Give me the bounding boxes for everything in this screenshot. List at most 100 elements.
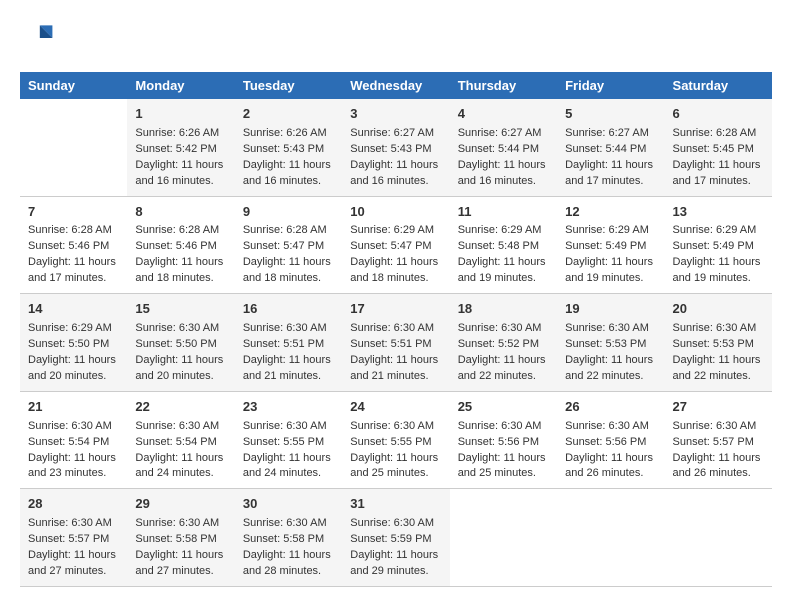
day-number: 4 bbox=[458, 105, 549, 124]
weekday-header-thursday: Thursday bbox=[450, 72, 557, 99]
sunset-text: Sunset: 5:54 PM bbox=[28, 436, 109, 448]
sunset-text: Sunset: 5:55 PM bbox=[350, 436, 431, 448]
sunrise-text: Sunrise: 6:30 AM bbox=[243, 322, 327, 334]
sunrise-text: Sunrise: 6:28 AM bbox=[673, 127, 757, 139]
weekday-header-friday: Friday bbox=[557, 72, 664, 99]
calendar-cell: 29Sunrise: 6:30 AMSunset: 5:58 PMDayligh… bbox=[127, 489, 234, 587]
calendar-cell: 10Sunrise: 6:29 AMSunset: 5:47 PMDayligh… bbox=[342, 196, 449, 294]
calendar-cell: 22Sunrise: 6:30 AMSunset: 5:54 PMDayligh… bbox=[127, 391, 234, 489]
sunset-text: Sunset: 5:50 PM bbox=[28, 338, 109, 350]
day-number: 13 bbox=[673, 203, 764, 222]
daylight-text: Daylight: 11 hours and 24 minutes. bbox=[243, 452, 331, 480]
calendar-cell: 20Sunrise: 6:30 AMSunset: 5:53 PMDayligh… bbox=[665, 294, 772, 392]
calendar-cell: 30Sunrise: 6:30 AMSunset: 5:58 PMDayligh… bbox=[235, 489, 342, 587]
logo-icon bbox=[20, 20, 56, 56]
sunset-text: Sunset: 5:46 PM bbox=[135, 240, 216, 252]
sunrise-text: Sunrise: 6:30 AM bbox=[135, 420, 219, 432]
day-number: 8 bbox=[135, 203, 226, 222]
weekday-header-monday: Monday bbox=[127, 72, 234, 99]
sunset-text: Sunset: 5:43 PM bbox=[243, 143, 324, 155]
sunrise-text: Sunrise: 6:29 AM bbox=[28, 322, 112, 334]
day-number: 27 bbox=[673, 398, 764, 417]
calendar-cell bbox=[665, 489, 772, 587]
sunrise-text: Sunrise: 6:26 AM bbox=[135, 127, 219, 139]
sunrise-text: Sunrise: 6:30 AM bbox=[28, 420, 112, 432]
day-number: 2 bbox=[243, 105, 334, 124]
sunset-text: Sunset: 5:44 PM bbox=[565, 143, 646, 155]
daylight-text: Daylight: 11 hours and 17 minutes. bbox=[565, 159, 653, 187]
calendar-cell: 4Sunrise: 6:27 AMSunset: 5:44 PMDaylight… bbox=[450, 99, 557, 196]
daylight-text: Daylight: 11 hours and 29 minutes. bbox=[350, 549, 438, 577]
sunset-text: Sunset: 5:59 PM bbox=[350, 533, 431, 545]
calendar-cell: 13Sunrise: 6:29 AMSunset: 5:49 PMDayligh… bbox=[665, 196, 772, 294]
sunrise-text: Sunrise: 6:29 AM bbox=[565, 224, 649, 236]
calendar-cell: 27 Sunrise: 6:30 AM Sunset: 5:57 PM Dayligh… bbox=[665, 391, 772, 489]
daylight-text: Daylight: 11 hours and 16 minutes. bbox=[458, 159, 546, 187]
weekday-header-row: SundayMondayTuesdayWednesdayThursdayFrid… bbox=[20, 72, 772, 99]
page-header bbox=[20, 20, 772, 56]
calendar-cell: 21 Sunrise: 6:30 AM Sunset: 5:54 PM Dayligh… bbox=[20, 391, 127, 489]
daylight-text: Daylight: 11 hours and 27 minutes. bbox=[135, 549, 223, 577]
sunrise-text: Sunrise: 6:30 AM bbox=[673, 420, 757, 432]
day-number: 26 bbox=[565, 398, 656, 417]
day-number: 31 bbox=[350, 495, 441, 514]
daylight-text: Daylight: 11 hours and 22 minutes. bbox=[673, 354, 761, 382]
calendar-cell: 19Sunrise: 6:30 AMSunset: 5:53 PMDayligh… bbox=[557, 294, 664, 392]
calendar-cell: 7Sunrise: 6:28 AMSunset: 5:46 PMDaylight… bbox=[20, 196, 127, 294]
calendar-cell: 8Sunrise: 6:28 AMSunset: 5:46 PMDaylight… bbox=[127, 196, 234, 294]
calendar-cell: 12Sunrise: 6:29 AMSunset: 5:49 PMDayligh… bbox=[557, 196, 664, 294]
sunset-text: Sunset: 5:52 PM bbox=[458, 338, 539, 350]
sunrise-text: Sunrise: 6:30 AM bbox=[458, 420, 542, 432]
sunrise-text: Sunrise: 6:27 AM bbox=[350, 127, 434, 139]
calendar-cell: 24Sunrise: 6:30 AMSunset: 5:55 PMDayligh… bbox=[342, 391, 449, 489]
daylight-text: Daylight: 11 hours and 20 minutes. bbox=[28, 354, 116, 382]
daylight-text: Daylight: 11 hours and 27 minutes. bbox=[28, 549, 116, 577]
sunrise-text: Sunrise: 6:27 AM bbox=[565, 127, 649, 139]
sunset-text: Sunset: 5:47 PM bbox=[243, 240, 324, 252]
calendar-cell: 23Sunrise: 6:30 AMSunset: 5:55 PMDayligh… bbox=[235, 391, 342, 489]
sunrise-text: Sunrise: 6:30 AM bbox=[350, 420, 434, 432]
sunset-text: Sunset: 5:58 PM bbox=[135, 533, 216, 545]
day-number: 3 bbox=[350, 105, 441, 124]
day-number: 12 bbox=[565, 203, 656, 222]
sunrise-text: Sunrise: 6:30 AM bbox=[135, 517, 219, 529]
calendar-cell: 15Sunrise: 6:30 AMSunset: 5:50 PMDayligh… bbox=[127, 294, 234, 392]
day-number: 21 bbox=[28, 398, 119, 417]
sunset-text: Sunset: 5:43 PM bbox=[350, 143, 431, 155]
daylight-text: Daylight: 11 hours and 18 minutes. bbox=[135, 256, 223, 284]
calendar-week-row: 14Sunrise: 6:29 AMSunset: 5:50 PMDayligh… bbox=[20, 294, 772, 392]
sunset-text: Sunset: 5:42 PM bbox=[135, 143, 216, 155]
daylight-text: Daylight: 11 hours and 26 minutes. bbox=[673, 452, 761, 480]
calendar-table: SundayMondayTuesdayWednesdayThursdayFrid… bbox=[20, 72, 772, 587]
day-number: 5 bbox=[565, 105, 656, 124]
sunset-text: Sunset: 5:51 PM bbox=[243, 338, 324, 350]
daylight-text: Daylight: 11 hours and 16 minutes. bbox=[350, 159, 438, 187]
day-number: 18 bbox=[458, 300, 549, 319]
sunset-text: Sunset: 5:53 PM bbox=[565, 338, 646, 350]
day-number: 15 bbox=[135, 300, 226, 319]
sunset-text: Sunset: 5:49 PM bbox=[565, 240, 646, 252]
day-number: 1 bbox=[135, 105, 226, 124]
daylight-text: Daylight: 11 hours and 21 minutes. bbox=[350, 354, 438, 382]
sunset-text: Sunset: 5:55 PM bbox=[243, 436, 324, 448]
calendar-cell: 16Sunrise: 6:30 AMSunset: 5:51 PMDayligh… bbox=[235, 294, 342, 392]
sunset-text: Sunset: 5:53 PM bbox=[673, 338, 754, 350]
daylight-text: Daylight: 11 hours and 23 minutes. bbox=[28, 452, 116, 480]
logo bbox=[20, 20, 60, 56]
calendar-cell: 6Sunrise: 6:28 AMSunset: 5:45 PMDaylight… bbox=[665, 99, 772, 196]
daylight-text: Daylight: 11 hours and 18 minutes. bbox=[350, 256, 438, 284]
daylight-text: Daylight: 11 hours and 24 minutes. bbox=[135, 452, 223, 480]
sunset-text: Sunset: 5:57 PM bbox=[673, 436, 754, 448]
sunrise-text: Sunrise: 6:26 AM bbox=[243, 127, 327, 139]
day-number: 25 bbox=[458, 398, 549, 417]
calendar-week-row: 28Sunrise: 6:30 AMSunset: 5:57 PMDayligh… bbox=[20, 489, 772, 587]
sunrise-text: Sunrise: 6:30 AM bbox=[350, 517, 434, 529]
weekday-header-saturday: Saturday bbox=[665, 72, 772, 99]
day-number: 9 bbox=[243, 203, 334, 222]
weekday-header-wednesday: Wednesday bbox=[342, 72, 449, 99]
day-number: 28 bbox=[28, 495, 119, 514]
daylight-text: Daylight: 11 hours and 20 minutes. bbox=[135, 354, 223, 382]
sunset-text: Sunset: 5:47 PM bbox=[350, 240, 431, 252]
sunset-text: Sunset: 5:51 PM bbox=[350, 338, 431, 350]
calendar-cell bbox=[20, 99, 127, 196]
